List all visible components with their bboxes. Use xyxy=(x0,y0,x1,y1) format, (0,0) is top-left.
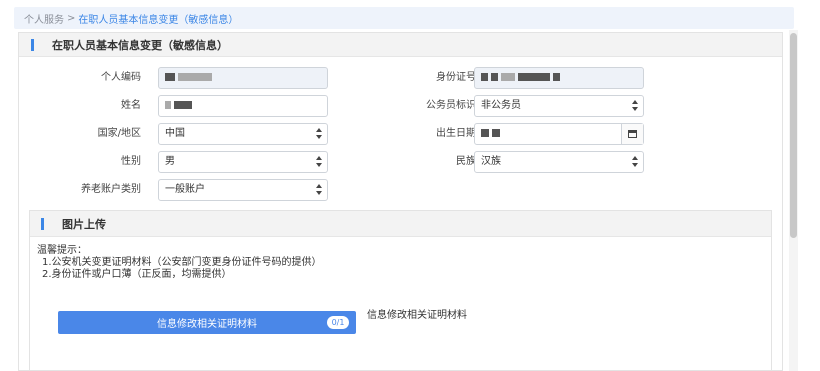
birth-date-input[interactable] xyxy=(474,123,644,145)
select-arrows-icon xyxy=(632,100,638,112)
personal-code-label: 个人编码 xyxy=(101,72,141,83)
page-title: 在职人员基本信息变更（敏感信息） xyxy=(52,38,228,52)
civil-servant-select[interactable]: 非公务员 xyxy=(474,95,644,117)
upload-button-label: 信息修改相关证明材料 xyxy=(157,319,257,330)
tips: 温馨提示： 1.公安机关变更证明材料（公安部门变更身份证件号码的提供） 2.身份… xyxy=(37,245,322,281)
form-row-2: 姓名 公务员标识 非公务员 xyxy=(19,95,782,117)
scrollbar-thumb[interactable] xyxy=(790,33,797,238)
masked-text xyxy=(553,73,560,81)
upload-description: 信息修改相关证明材料 xyxy=(367,310,467,321)
select-arrows-icon xyxy=(632,156,638,168)
select-arrows-icon xyxy=(316,156,322,168)
masked-text xyxy=(481,129,489,137)
breadcrumb-home[interactable]: 个人服务 xyxy=(24,11,64,26)
form-row-4: 性别 男 民族 汉族 xyxy=(19,151,782,173)
gender-label: 性别 xyxy=(121,156,141,167)
id-number-field xyxy=(474,67,644,89)
masked-text xyxy=(518,73,550,81)
pension-type-value: 一般账户 xyxy=(165,184,205,195)
birth-date-label: 出生日期 xyxy=(436,128,476,139)
pension-type-label: 养老账户类别 xyxy=(81,184,141,195)
masked-text xyxy=(481,73,488,81)
upload-count-badge: 0/1 xyxy=(327,316,349,329)
select-arrows-icon xyxy=(316,128,322,140)
tips-title: 温馨提示： xyxy=(37,245,87,256)
masked-text xyxy=(492,129,500,137)
civil-servant-value: 非公务员 xyxy=(481,100,521,111)
form-row-5: 养老账户类别 一般账户 xyxy=(19,179,782,201)
gender-value: 男 xyxy=(165,156,175,167)
upload-button[interactable]: 信息修改相关证明材料 0/1 xyxy=(58,311,356,334)
masked-text xyxy=(174,101,192,109)
gender-select[interactable]: 男 xyxy=(158,151,328,173)
masked-text xyxy=(501,73,515,81)
upload-title: 图片上传 xyxy=(62,217,106,231)
masked-text xyxy=(178,73,212,81)
upload-header: 图片上传 xyxy=(30,211,771,237)
form-row-1: 个人编码 身份证号 xyxy=(19,67,782,89)
id-number-label: 身份证号 xyxy=(436,72,476,83)
calendar-button[interactable] xyxy=(621,124,643,144)
upload-panel: 图片上传 温馨提示： 1.公安机关变更证明材料（公安部门变更身份证件号码的提供）… xyxy=(29,210,772,371)
info-panel: 在职人员基本信息变更（敏感信息） 个人编码 身份证号 姓名 公务员标识 非公务员… xyxy=(18,32,783,371)
masked-text xyxy=(165,73,175,81)
ethnicity-label: 民族 xyxy=(456,156,476,167)
accent-bar xyxy=(31,38,34,51)
form-row-3: 国家/地区 中国 出生日期 xyxy=(19,123,782,145)
tip-item: 1.公安机关变更证明材料（公安部门变更身份证件号码的提供） xyxy=(42,257,322,268)
accent-bar xyxy=(41,217,44,230)
civil-servant-label: 公务员标识 xyxy=(426,100,476,111)
country-label: 国家/地区 xyxy=(97,128,141,139)
ethnicity-value: 汉族 xyxy=(481,156,501,167)
personal-code-field xyxy=(158,67,328,89)
masked-text xyxy=(165,101,171,109)
name-input[interactable] xyxy=(158,95,328,117)
country-value: 中国 xyxy=(165,128,185,139)
name-label: 姓名 xyxy=(121,100,141,111)
tip-item: 2.身份证件或户口薄（正反面，均需提供） xyxy=(42,269,232,280)
breadcrumb-current: 在职人员基本信息变更（敏感信息） xyxy=(78,14,239,26)
breadcrumb-separator: > xyxy=(67,12,76,24)
ethnicity-select[interactable]: 汉族 xyxy=(474,151,644,173)
pension-type-select[interactable]: 一般账户 xyxy=(158,179,328,201)
country-select[interactable]: 中国 xyxy=(158,123,328,145)
select-arrows-icon xyxy=(316,184,322,196)
calendar-icon xyxy=(628,130,637,138)
panel-header: 在职人员基本信息变更（敏感信息） xyxy=(19,33,782,57)
breadcrumb: 个人服务 > 在职人员基本信息变更（敏感信息） xyxy=(14,7,794,29)
masked-text xyxy=(491,73,498,81)
